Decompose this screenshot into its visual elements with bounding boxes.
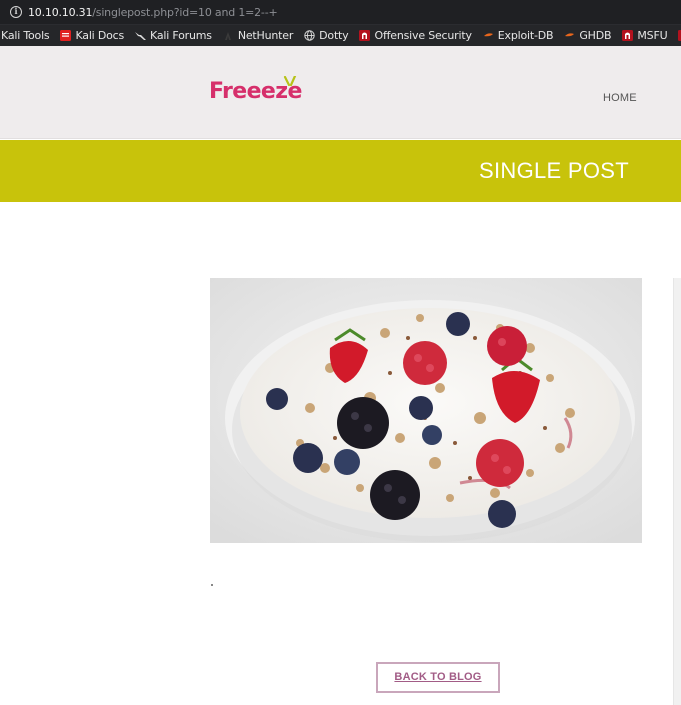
yogurt-bowl-illustration	[210, 278, 642, 543]
bookmark-kali-tools[interactable]: Kali Tools	[1, 29, 50, 42]
bookmark-label: GHDB	[579, 29, 612, 42]
back-to-blog-button[interactable]: BACK TO BLOG	[376, 662, 500, 693]
url-host: 10.10.10.31	[28, 5, 93, 19]
bookmark-label: Kali Docs	[75, 29, 125, 42]
bookmark-label: MSFU	[637, 29, 668, 42]
bookmark-ghdb[interactable]: GHDB	[564, 29, 612, 42]
bookmark-label: Exploit-DB	[497, 29, 554, 42]
bookmark-nethunter[interactable]: NetHunter	[223, 29, 293, 42]
page-banner: SINGLE POST	[0, 140, 681, 202]
bookmark-label: Kali Forums	[150, 29, 212, 42]
nav-home-link[interactable]: HOME	[603, 92, 637, 104]
bookmark-dotty[interactable]: Dotty	[304, 29, 349, 42]
nethunter-icon	[224, 32, 231, 40]
bookmark-kali-forums[interactable]: Kali Forums	[135, 29, 212, 42]
offsec-icon	[622, 30, 634, 41]
offsec-icon	[359, 30, 371, 41]
kali-dragon-icon	[135, 32, 147, 40]
kali-docs-icon	[60, 30, 72, 41]
page-title: SINGLE POST	[479, 158, 630, 183]
bookmark-label: NetHunter	[237, 29, 294, 42]
bookmark-label: Kali Tools	[1, 29, 50, 42]
bookmark-label: Dotty	[319, 29, 349, 42]
bookmark-label: Offensive Security	[374, 29, 472, 42]
exploit-db-icon	[483, 33, 493, 37]
bookmarks-toolbar: Kali Tools Kali Docs Kali Forums NetHunt…	[0, 25, 681, 46]
post-image	[210, 278, 642, 543]
bookmark-offensive-security[interactable]: Offensive Security	[359, 29, 472, 42]
sidebar-edge	[673, 278, 681, 705]
url-text[interactable]: 10.10.10.31/singlepost.php?id=10 and 1=2…	[28, 6, 278, 19]
bookmark-kali-docs[interactable]: Kali Docs	[60, 29, 124, 42]
bookmark-msfu[interactable]: MSFU	[622, 29, 668, 42]
post-body-empty	[211, 584, 213, 586]
browser-url-bar[interactable]: i 10.10.10.31/singlepost.php?id=10 and 1…	[0, 0, 681, 25]
site-header: Freeeze HOME	[0, 46, 681, 139]
info-icon[interactable]: i	[10, 6, 22, 18]
bookmark-exploit-db[interactable]: Exploit-DB	[483, 29, 554, 42]
sprout-icon	[283, 76, 297, 86]
globe-icon	[304, 30, 315, 41]
ghdb-icon	[565, 33, 575, 37]
url-path: /singlepost.php?id=10 and 1=2--+	[92, 5, 278, 19]
